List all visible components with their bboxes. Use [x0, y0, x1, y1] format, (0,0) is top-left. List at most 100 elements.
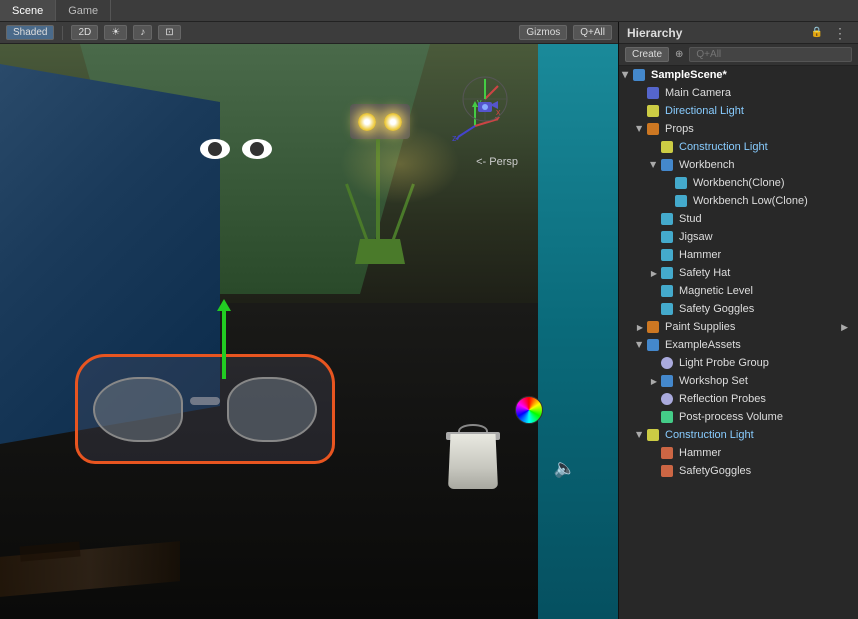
- tree-arrow[interactable]: ▶: [647, 158, 661, 172]
- bucket-body: [448, 434, 498, 489]
- tree-icon-mesh: [661, 249, 673, 261]
- aspect-ratio-button[interactable]: ⊡: [158, 25, 180, 40]
- tree-icon-light: [647, 429, 659, 441]
- hierarchy-toolbar: Create ⊕: [619, 44, 858, 66]
- expand-right-arrow: ▶: [841, 322, 854, 333]
- goggles-body: [75, 354, 335, 464]
- tree-item-label: Reflection Probes: [676, 393, 854, 405]
- search-icon: ⊕: [673, 49, 685, 60]
- tree-item-workbench[interactable]: ▶ Workbench: [619, 156, 858, 174]
- tree-icon-mesh: [661, 267, 673, 279]
- tree-item-safety-goggles[interactable]: ▶Safety Goggles: [619, 300, 858, 318]
- tree-item-magnetic-level[interactable]: ▶Magnetic Level: [619, 282, 858, 300]
- tab-game[interactable]: Game: [56, 0, 111, 21]
- tree-item-example-assets[interactable]: ▶ ExampleAssets: [619, 336, 858, 354]
- tree-arrow[interactable]: ▶: [633, 320, 647, 334]
- svg-text:z: z: [452, 133, 457, 143]
- sun-icon-button[interactable]: ☀: [104, 25, 127, 40]
- tree-icon-probe: [661, 393, 673, 405]
- viewport-toolbar: Shaded 2D ☀ ♪ ⊡ Gizmos Q+All: [0, 22, 618, 44]
- tree-item-safety-hat[interactable]: ▶Safety Hat: [619, 264, 858, 282]
- tree-arrow[interactable]: ▶: [633, 428, 647, 442]
- tree-arrow[interactable]: ▶: [633, 338, 647, 352]
- tree-item-props[interactable]: ▶ Props: [619, 120, 858, 138]
- construction-light-object: [340, 104, 420, 264]
- hierarchy-search[interactable]: [689, 47, 852, 62]
- tree-item-label: Construction Light: [662, 429, 854, 441]
- tree-item-label: Construction Light: [676, 141, 854, 153]
- viewport-area: Shaded 2D ☀ ♪ ⊡ Gizmos Q+All: [0, 22, 618, 619]
- tree-item-jigsaw[interactable]: ▶Jigsaw: [619, 228, 858, 246]
- light-lens-left: [358, 113, 376, 131]
- tree-item-hammer-2[interactable]: ▶Hammer: [619, 444, 858, 462]
- hierarchy-header: Hierarchy 🔒 ⋮: [619, 22, 858, 44]
- tree-arrow[interactable]: ▶: [633, 122, 647, 136]
- tree-item-workbench-clone[interactable]: ▶Workbench(Clone): [619, 174, 858, 192]
- tab-spacer: [111, 0, 858, 21]
- speaker-icon-button[interactable]: ♪: [133, 25, 152, 40]
- safety-goggles-object: [75, 344, 335, 464]
- tree-item-post-process-volume[interactable]: ▶Post-process Volume: [619, 408, 858, 426]
- tree-item-label: Hammer: [676, 447, 854, 459]
- tree-icon-folder-orange: [647, 321, 659, 333]
- eye-icon-right: [242, 139, 272, 159]
- tree-item-label: Workbench Low(Clone): [690, 195, 854, 207]
- tree-arrow[interactable]: ▶: [647, 266, 661, 280]
- speaker-icon: 🔈: [554, 458, 576, 479]
- tree-item-construction-light-1[interactable]: ▶Construction Light: [619, 138, 858, 156]
- gizmos-button[interactable]: Gizmos: [519, 25, 567, 40]
- quality-button[interactable]: Q+All: [573, 25, 612, 40]
- eye-icons: [200, 139, 272, 159]
- tree-icon-mesh: [661, 285, 673, 297]
- tree-item-reflection-probes[interactable]: ▶Reflection Probes: [619, 390, 858, 408]
- mode-2d-button[interactable]: 2D: [71, 25, 98, 40]
- tree-item-stud[interactable]: ▶Stud: [619, 210, 858, 228]
- tree-item-label: Directional Light: [662, 105, 854, 117]
- tree-icon-folder-orange: [647, 123, 659, 135]
- tree-icon-light: [661, 141, 673, 153]
- options-button[interactable]: ⋮: [830, 26, 850, 40]
- light-lens-right: [384, 113, 402, 131]
- tab-scene-label: Scene: [12, 5, 43, 17]
- tree-item-main-camera[interactable]: ▶Main Camera: [619, 84, 858, 102]
- tree-item-samplescene[interactable]: ▶ SampleScene*: [619, 66, 858, 84]
- toolbar-sep-1: [62, 26, 63, 40]
- tree-icon-mesh: [661, 213, 673, 225]
- tree-item-label: Light Probe Group: [676, 357, 854, 369]
- tree-item-label: Post-process Volume: [676, 411, 854, 423]
- create-button[interactable]: Create: [625, 47, 669, 62]
- tree-item-label: ExampleAssets: [662, 339, 854, 351]
- camera-gizmo: [460, 74, 510, 124]
- lock-button[interactable]: 🔒: [808, 27, 826, 38]
- shading-dropdown[interactable]: Shaded: [6, 25, 54, 40]
- tree-arrow[interactable]: ▶: [619, 68, 633, 82]
- tree-item-label: SampleScene*: [648, 69, 854, 81]
- tree-item-label: Hammer: [676, 249, 854, 261]
- tree-item-label: Safety Goggles: [676, 303, 854, 315]
- tree-item-workshop-set[interactable]: ▶ Workshop Set: [619, 372, 858, 390]
- hierarchy-tree[interactable]: ▶SampleScene*▶Main Camera▶Directional Li…: [619, 66, 858, 619]
- tree-item-label: Props: [662, 123, 854, 135]
- light-base: [355, 239, 405, 264]
- main-area: Shaded 2D ☀ ♪ ⊡ Gizmos Q+All: [0, 22, 858, 619]
- tree-item-paint-supplies[interactable]: ▶Paint Supplies▶: [619, 318, 858, 336]
- tree-item-label: Jigsaw: [676, 231, 854, 243]
- tree-item-workbench-low-clone[interactable]: ▶Workbench Low(Clone): [619, 192, 858, 210]
- tree-item-directional-light[interactable]: ▶Directional Light: [619, 102, 858, 120]
- tab-scene[interactable]: Scene: [0, 0, 56, 21]
- tree-item-label: Magnetic Level: [676, 285, 854, 297]
- tree-item-label: Workbench(Clone): [690, 177, 854, 189]
- light-pole: [376, 139, 380, 239]
- tree-item-hammer[interactable]: ▶Hammer: [619, 246, 858, 264]
- tree-item-safety-goggles-2[interactable]: ▶SafetyGoggles: [619, 462, 858, 480]
- tree-item-light-probe-group[interactable]: ▶Light Probe Group: [619, 354, 858, 372]
- tree-item-construction-light-2[interactable]: ▶ Construction Light: [619, 426, 858, 444]
- tree-icon-mesh: [675, 177, 687, 189]
- tree-arrow[interactable]: ▶: [647, 374, 661, 388]
- viewport-canvas[interactable]: y x z <- Persp: [0, 44, 618, 619]
- tree-icon-folder-blue: [661, 159, 673, 171]
- tree-item-label: Workshop Set: [676, 375, 854, 387]
- tree-item-label: Workbench: [676, 159, 854, 171]
- color-swatch: [515, 396, 543, 424]
- scene-wall-right: [538, 44, 618, 619]
